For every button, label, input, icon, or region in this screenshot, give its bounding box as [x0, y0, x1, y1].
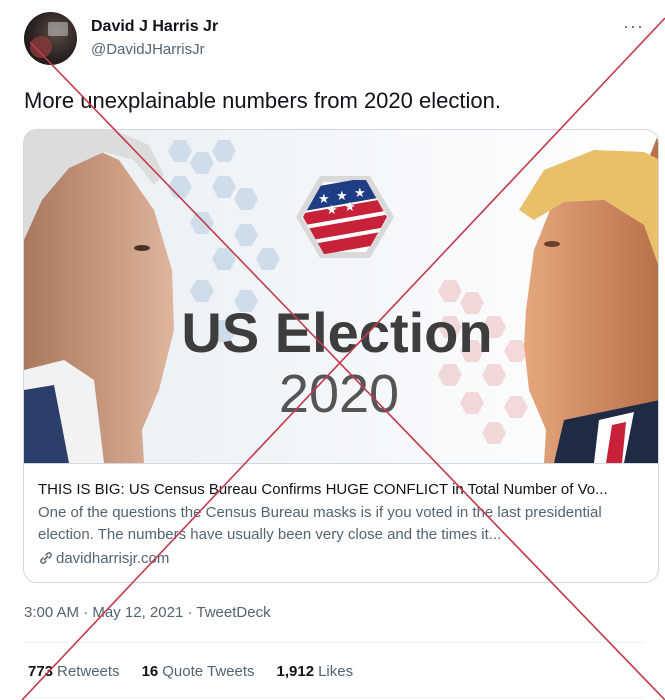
- link-preview-card[interactable]: ★ ★ ★ ★ ★ US Election 2020 THIS IS BIG: …: [23, 129, 659, 583]
- more-options-icon[interactable]: ···: [623, 16, 644, 37]
- tweet-header: David J Harris Jr @DavidJHarrisJr ···: [24, 12, 644, 68]
- svg-text:★: ★: [326, 203, 338, 218]
- divider: [24, 642, 644, 643]
- card-image[interactable]: ★ ★ ★ ★ ★ US Election 2020: [24, 130, 658, 463]
- avatar[interactable]: [24, 12, 77, 65]
- engagement-stats: 773 Retweets 16 Quote Tweets 1,912 Likes: [28, 663, 353, 680]
- tweet-meta: 3:00 AM · May 12, 2021 · TweetDeck: [24, 604, 271, 621]
- tweet-time[interactable]: 3:00 AM: [24, 604, 79, 621]
- election-title: US Election: [181, 301, 492, 364]
- us-election-2020-graphic: ★ ★ ★ ★ ★ US Election 2020: [24, 130, 658, 463]
- tweet-date[interactable]: May 12, 2021: [92, 604, 183, 621]
- meta-separator: ·: [187, 604, 193, 621]
- divider: [24, 697, 644, 698]
- right-portrait: [519, 135, 658, 463]
- card-title[interactable]: THIS IS BIG: US Census Bureau Confirms H…: [38, 480, 646, 500]
- likes-stat[interactable]: 1,912 Likes: [277, 663, 354, 680]
- tweet-source[interactable]: TweetDeck: [196, 604, 270, 621]
- card-text[interactable]: THIS IS BIG: US Census Bureau Confirms H…: [24, 463, 658, 582]
- card-description: One of the questions the Census Bureau m…: [38, 504, 602, 543]
- election-year: 2020: [279, 364, 399, 424]
- tweet-text: More unexplainable numbers from 2020 ele…: [24, 88, 501, 113]
- retweets-stat[interactable]: 773 Retweets: [28, 663, 120, 680]
- author-handle[interactable]: @DavidJHarrisJr: [91, 41, 205, 58]
- card-domain[interactable]: davidharrisjr.com: [38, 548, 646, 573]
- quote-tweets-stat[interactable]: 16 Quote Tweets: [142, 663, 255, 680]
- link-icon: [38, 550, 54, 573]
- svg-text:★: ★: [344, 200, 356, 215]
- card-domain-text: davidharrisjr.com: [56, 550, 170, 567]
- svg-text:★: ★: [354, 186, 366, 201]
- meta-separator: ·: [83, 604, 89, 621]
- author-name[interactable]: David J Harris Jr: [91, 18, 218, 36]
